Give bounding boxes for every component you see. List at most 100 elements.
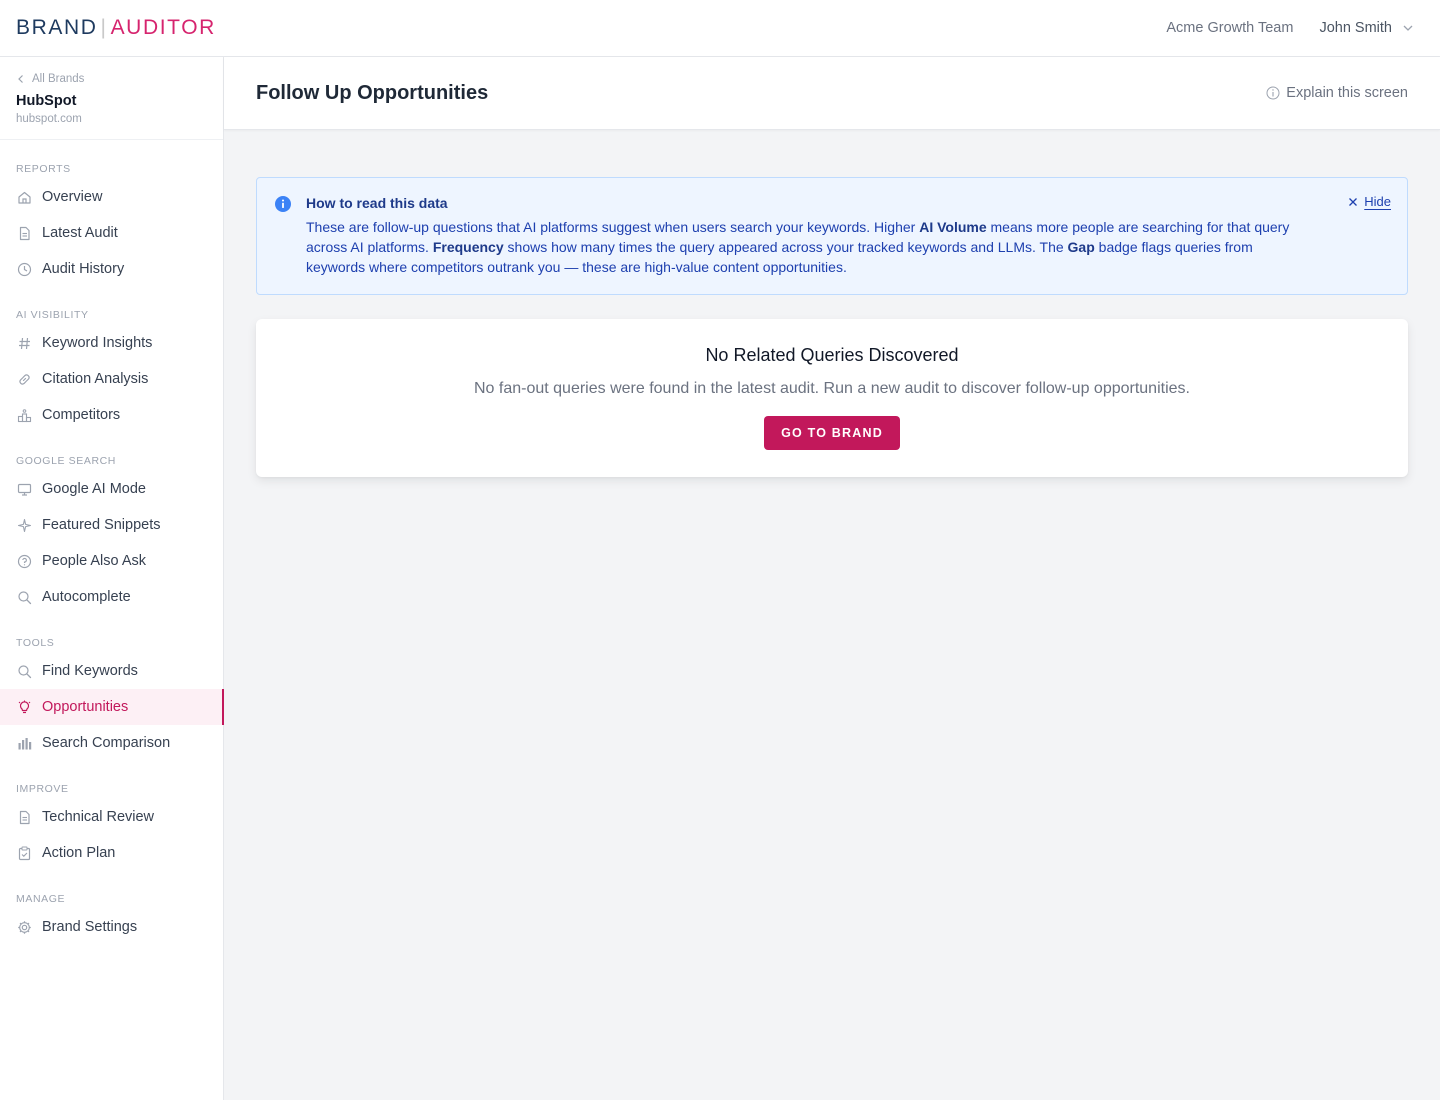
search-icon — [17, 664, 32, 679]
nav-section-title: AI VISIBILITY — [16, 309, 89, 321]
sidebar-item-people-also-ask[interactable]: People Also Ask — [0, 543, 223, 579]
lightbulb-icon — [17, 700, 32, 715]
user-name: John Smith — [1319, 20, 1392, 36]
logo[interactable]: BRAND | AUDITOR — [16, 16, 216, 40]
user-menu[interactable]: John Smith — [1319, 20, 1414, 36]
sidebar-item-brand-settings[interactable]: Brand Settings — [0, 909, 223, 945]
question-icon — [17, 554, 32, 569]
sidebar-item-autocomplete[interactable]: Autocomplete — [0, 579, 223, 615]
nav-section-title: GOOGLE SEARCH — [16, 455, 116, 467]
empty-state-card: No Related Queries Discovered No fan-out… — [256, 319, 1408, 477]
brand-url: hubspot.com — [16, 113, 82, 125]
sidebar-item-label: People Also Ask — [42, 553, 146, 569]
info-banner: How to read this data These are follow-u… — [256, 177, 1408, 295]
sidebar-item-search-comparison[interactable]: Search Comparison — [0, 725, 223, 761]
clock-icon — [17, 262, 32, 277]
explain-screen-button[interactable]: Explain this screen — [1266, 85, 1408, 101]
podium-icon — [17, 408, 32, 423]
sidebar-item-latest-audit[interactable]: Latest Audit — [0, 215, 223, 251]
brand-name: HubSpot — [16, 93, 77, 109]
bar-chart-icon — [17, 736, 32, 751]
explain-label: Explain this screen — [1286, 85, 1408, 101]
sidebar-item-label: Overview — [42, 189, 103, 205]
sidebar-nav: REPORTS Overview Latest Audit Audit History… — [0, 140, 224, 952]
logo-separator: | — [100, 16, 108, 39]
sidebar-item-overview[interactable]: Overview — [0, 179, 223, 215]
sidebar-item-label: Search Comparison — [42, 735, 171, 751]
chevron-left-icon — [18, 75, 23, 83]
info-outline-icon — [1266, 86, 1280, 100]
info-text-part: shows how many times the query appeared … — [503, 239, 1068, 255]
sidebar-item-audit-history[interactable]: Audit History — [0, 251, 223, 287]
sidebar-item-competitors[interactable]: Competitors — [0, 397, 223, 433]
sidebar-item-label: Google AI Mode — [42, 481, 146, 497]
sidebar: All Brands HubSpot hubspot.com REPORTS Ov… — [0, 57, 224, 1100]
clipboard-icon — [17, 846, 32, 861]
sidebar-item-label: Autocomplete — [42, 589, 131, 605]
sidebar-item-label: Action Plan — [42, 845, 116, 861]
empty-state-text: No fan-out queries were found in the lat… — [474, 380, 1190, 397]
info-term-gap: Gap — [1067, 239, 1095, 255]
gear-icon — [17, 920, 32, 935]
brand-block: All Brands HubSpot hubspot.com — [0, 57, 223, 140]
sidebar-item-label: Find Keywords — [42, 663, 138, 679]
info-term-frequency: Frequency — [432, 239, 504, 255]
nav-section-title: IMPROVE — [16, 783, 69, 795]
go-to-brand-button[interactable]: GO TO BRAND — [764, 416, 900, 450]
sidebar-item-label: Competitors — [42, 407, 121, 423]
hash-icon — [17, 336, 32, 351]
link-icon — [17, 372, 32, 387]
sidebar-item-technical-review[interactable]: Technical Review — [0, 799, 223, 835]
document-icon — [17, 226, 32, 241]
sidebar-item-find-keywords[interactable]: Find Keywords — [0, 653, 223, 689]
sidebar-item-label: Technical Review — [42, 809, 155, 825]
sidebar-item-label: Audit History — [42, 261, 125, 277]
close-icon — [1349, 197, 1358, 206]
info-text-part: These are follow-up questions that AI pl… — [306, 219, 920, 235]
info-body: How to read this data These are follow-u… — [306, 195, 1306, 294]
sidebar-item-opportunities[interactable]: Opportunities — [0, 689, 224, 725]
page-header: Follow Up Opportunities Explain this scr… — [224, 57, 1440, 130]
logo-brand-text: BRAND — [16, 16, 98, 39]
info-title: How to read this data — [306, 195, 448, 211]
info-term-ai-volume: AI Volume — [919, 219, 987, 235]
chevron-down-icon — [1403, 25, 1413, 31]
empty-state-title: No Related Queries Discovered — [705, 345, 959, 365]
top-right: Acme Growth Team John Smith — [1166, 20, 1414, 36]
search-icon — [17, 590, 32, 605]
nav-section-title: REPORTS — [16, 163, 71, 175]
sidebar-item-citation-analysis[interactable]: Citation Analysis — [0, 361, 223, 397]
nav-section-title: TOOLS — [16, 637, 55, 649]
sidebar-item-label: Citation Analysis — [42, 371, 149, 387]
hide-label: Hide — [1364, 194, 1391, 209]
back-label: All Brands — [32, 73, 85, 85]
back-to-brands-link[interactable]: All Brands — [16, 73, 207, 85]
sidebar-item-action-plan[interactable]: Action Plan — [0, 835, 223, 871]
sidebar-item-label: Latest Audit — [42, 225, 118, 241]
document-icon — [17, 810, 32, 825]
team-name[interactable]: Acme Growth Team — [1166, 20, 1293, 36]
top-bar: BRAND | AUDITOR Acme Growth Team John Sm… — [0, 0, 1440, 57]
home-icon — [17, 190, 32, 205]
page-title: Follow Up Opportunities — [256, 81, 489, 104]
sidebar-item-label: Keyword Insights — [42, 335, 153, 351]
info-icon — [275, 196, 291, 212]
sidebar-item-label: Brand Settings — [42, 919, 138, 935]
sidebar-item-google-ai-mode[interactable]: Google AI Mode — [0, 471, 223, 507]
sidebar-item-keyword-insights[interactable]: Keyword Insights — [0, 325, 223, 361]
sparkle-icon — [17, 518, 32, 533]
sidebar-item-featured-snippets[interactable]: Featured Snippets — [0, 507, 223, 543]
sidebar-item-label: Opportunities — [42, 699, 129, 715]
sidebar-item-label: Featured Snippets — [42, 517, 161, 533]
info-text: These are follow-up questions that AI pl… — [306, 217, 1306, 277]
monitor-icon — [17, 482, 32, 497]
nav-section-title: MANAGE — [16, 893, 66, 905]
hide-banner-button[interactable]: Hide — [1348, 194, 1391, 209]
logo-auditor-text: AUDITOR — [110, 16, 216, 39]
